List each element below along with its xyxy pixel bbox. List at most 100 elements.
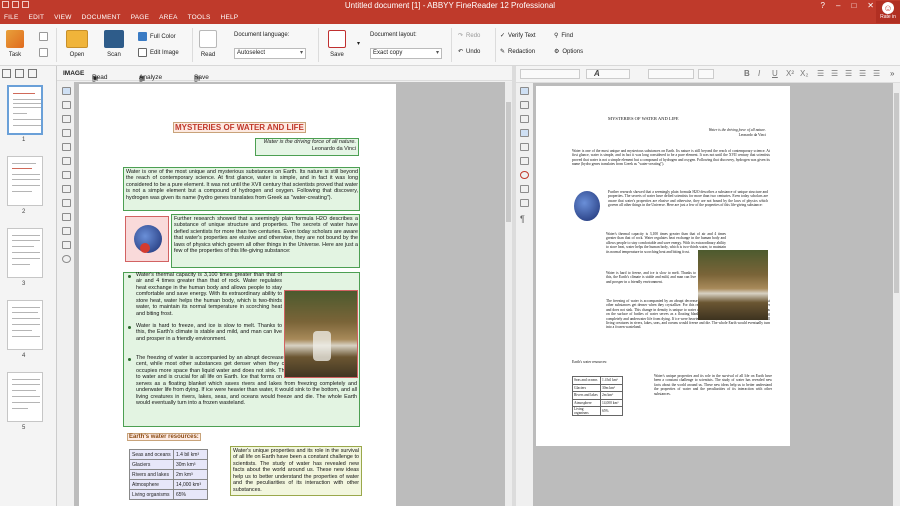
rec-paragraph-1: Water is one of the most unique and myst… — [572, 149, 770, 167]
resources-table[interactable]: Seas and oceans 1.4 bil km³ Glaciers 30m km… — [129, 449, 208, 500]
menu-file[interactable]: FILE — [4, 11, 19, 24]
add-area-tool-icon[interactable] — [62, 171, 71, 179]
scroll-thumb[interactable] — [894, 93, 899, 293]
select-area-tool-icon[interactable] — [62, 87, 71, 95]
text-tools-icon[interactable]: A — [594, 69, 600, 78]
menu-view[interactable]: VIEW — [54, 11, 71, 24]
style-select[interactable] — [520, 69, 580, 79]
menu-tools[interactable]: TOOLS — [188, 11, 211, 24]
full-color-button[interactable]: Full Color — [138, 32, 176, 41]
order-areas-tool-icon[interactable] — [62, 199, 71, 207]
task-button[interactable]: Task — [6, 30, 24, 58]
italic-button[interactable]: I — [758, 69, 760, 78]
rec-resources-table[interactable]: Seas and oceans 1.4 bil km³ Glaciers 30m km… — [572, 376, 623, 416]
background-area-tool-icon[interactable] — [62, 143, 71, 151]
page-thumbnail-4[interactable] — [7, 300, 43, 350]
verify-text-button[interactable]: ✓ Verify Text — [500, 32, 536, 40]
menu-document[interactable]: DOCUMENT — [82, 11, 121, 24]
plain-text-icon[interactable] — [520, 129, 529, 137]
erase-area-tool-icon[interactable] — [62, 185, 71, 193]
doc-language-select[interactable]: Autoselect — [234, 48, 306, 59]
recognized-page[interactable]: MYSTERIES OF WATER AND LIFE Water is the… — [536, 86, 790, 446]
pointer-tool-icon[interactable] — [62, 241, 71, 249]
undo-button[interactable]: ↶ Undo — [458, 48, 480, 56]
picture-zone[interactable] — [125, 216, 169, 262]
underline-button[interactable]: U — [772, 69, 778, 78]
image-view[interactable]: MYSTERIES OF WATER AND LIFE Water is the… — [74, 82, 505, 506]
redaction-button[interactable]: ✎ Redaction — [500, 48, 535, 56]
uncertain-icon[interactable] — [520, 171, 529, 179]
quote-zone[interactable]: Water is the driving force of all nature… — [255, 138, 359, 156]
search-icon[interactable] — [520, 157, 529, 165]
scissors-tool-icon[interactable] — [62, 213, 71, 221]
show-formatting-icon[interactable] — [520, 87, 529, 95]
zoom-tool-icon[interactable] — [62, 227, 71, 235]
superscript-button[interactable]: X² — [786, 69, 794, 78]
menu-page[interactable]: PAGE — [131, 11, 149, 24]
quick-access-icon[interactable] — [12, 1, 19, 8]
maximize-button[interactable]: □ — [851, 0, 856, 11]
subscript-button[interactable]: X₂ — [800, 69, 808, 78]
table-area-tool-icon[interactable] — [62, 115, 71, 123]
align-left-icon[interactable]: ☰ — [817, 69, 824, 78]
page-thumbnail-5[interactable] — [7, 372, 43, 422]
new-icon[interactable] — [39, 32, 48, 41]
close-button[interactable]: ✕ — [867, 0, 874, 11]
verify-text-icon[interactable] — [520, 143, 529, 151]
text-area-tool-icon[interactable] — [62, 101, 71, 109]
pilcrow-icon[interactable]: ¶ — [520, 215, 529, 224]
barcode-area-tool-icon[interactable] — [62, 157, 71, 165]
undo-history-icon[interactable] — [520, 199, 529, 207]
edit-image-button[interactable]: Edit Image — [138, 48, 179, 57]
rec-resources-table-cell-value: 2m km³ — [600, 391, 623, 400]
resources-table-row: Glaciers 30m km³ — [129, 459, 208, 470]
font-size-select[interactable] — [698, 69, 714, 79]
copy-icon[interactable] — [39, 48, 48, 57]
save-button[interactable]: Save — [328, 30, 346, 58]
chevron-down-icon[interactable]: ▾ — [357, 40, 360, 47]
options-button[interactable]: ⚙ Options — [554, 48, 583, 56]
picture-area-tool-icon[interactable] — [62, 129, 71, 137]
font-select[interactable] — [586, 69, 630, 79]
indent-icon[interactable]: ☰ — [873, 69, 880, 78]
edit-view-icon[interactable] — [520, 115, 529, 123]
align-center-icon[interactable]: ☰ — [831, 69, 838, 78]
doc-layout-select[interactable]: Exact copy — [370, 48, 442, 59]
image-scrollbar[interactable] — [505, 82, 512, 506]
page-layout-icon[interactable] — [520, 185, 529, 193]
page-view-icon[interactable] — [520, 101, 529, 109]
quick-access-icon[interactable] — [22, 1, 29, 8]
text-view[interactable]: MYSTERIES OF WATER AND LIFE Water is the… — [533, 83, 893, 506]
text-scrollbar[interactable] — [893, 83, 900, 506]
resources-heading-zone[interactable]: Earth's water resources: — [127, 433, 201, 441]
page-thumbnail-2[interactable] — [7, 156, 43, 206]
find-button[interactable]: ⚲ Find — [554, 32, 573, 40]
quick-access-toolbar[interactable] — [2, 1, 29, 8]
read-button[interactable]: Read — [199, 30, 217, 58]
doc-title-zone[interactable]: MYSTERIES OF WATER AND LIFE — [173, 122, 306, 133]
menu-help[interactable]: HELP — [221, 11, 239, 24]
user-account[interactable]: ☺ Rate in — [876, 1, 900, 23]
redo-button[interactable]: ↷ Redo — [458, 32, 480, 40]
open-button[interactable]: Open — [66, 30, 88, 58]
details-view-icon[interactable] — [28, 69, 37, 78]
menu-edit[interactable]: EDIT — [29, 11, 45, 24]
waterfall-picture-zone[interactable] — [284, 290, 358, 378]
minimize-button[interactable]: – — [836, 0, 840, 11]
justify-icon[interactable]: ☰ — [859, 69, 866, 78]
quick-access-icon[interactable] — [2, 1, 9, 8]
page-thumbnail-3[interactable] — [7, 228, 43, 278]
font-name-select[interactable] — [648, 69, 694, 79]
thumbnail-view-icon[interactable] — [2, 69, 11, 78]
scan-button[interactable]: Scan — [104, 30, 124, 58]
page-thumbnail-1[interactable] — [7, 85, 43, 135]
scroll-thumb[interactable] — [506, 102, 511, 222]
hand-tool-icon[interactable] — [62, 255, 71, 263]
save-label: Save — [330, 52, 344, 58]
align-right-icon[interactable]: ☰ — [845, 69, 852, 78]
menu-area[interactable]: AREA — [159, 11, 178, 24]
list-view-icon[interactable] — [15, 69, 24, 78]
bold-button[interactable]: B — [744, 69, 750, 78]
help-button[interactable]: ? — [821, 0, 825, 11]
more-tools-icon[interactable]: » — [890, 69, 894, 78]
